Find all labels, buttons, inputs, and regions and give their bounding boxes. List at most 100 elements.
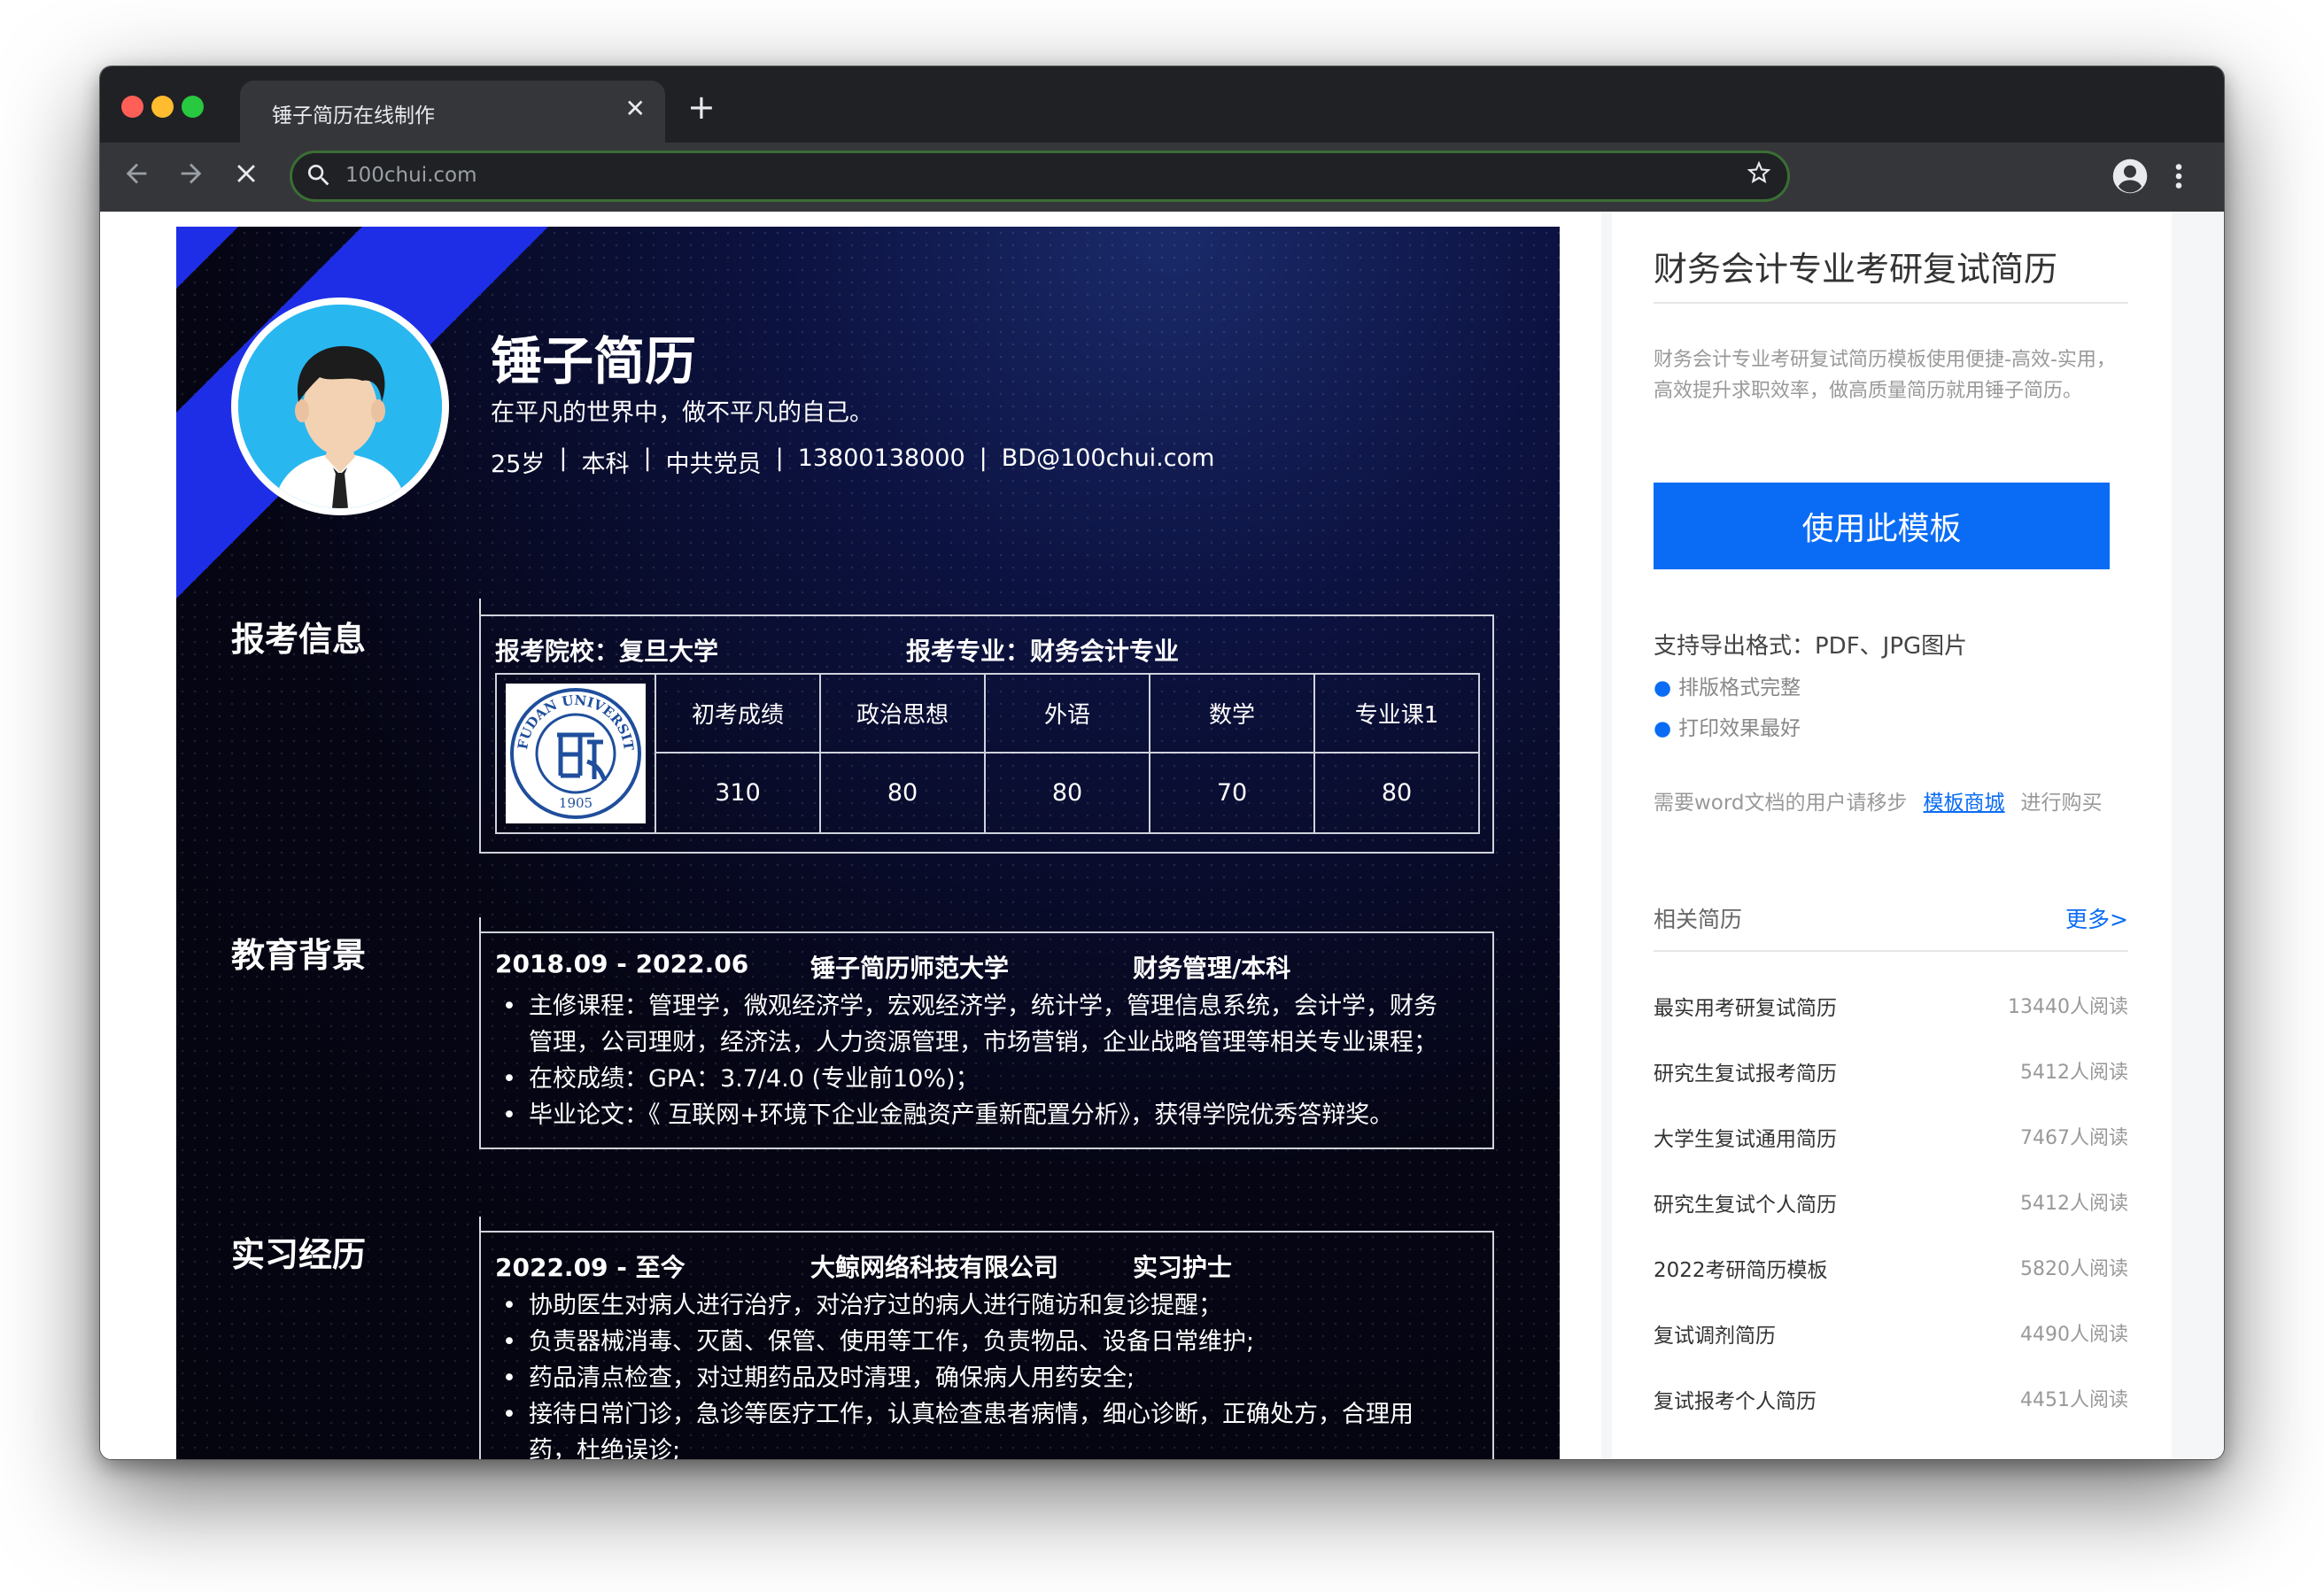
svg-text:1905: 1905 <box>559 795 593 811</box>
feature-label: 排版格式完整 <box>1678 676 1801 699</box>
template-title: 财务会计专业考研复试简历 <box>1654 250 2058 289</box>
export-formats: 支持导出格式：PDF、JPG图片 <box>1654 633 1968 660</box>
related-item-count: 5412人阅读 <box>2020 1062 2128 1084</box>
search-icon <box>305 161 333 193</box>
browser-toolbar: 100chui.com <box>100 143 2224 212</box>
close-window-dot[interactable] <box>121 96 143 118</box>
related-item-count: 7467人阅读 <box>2020 1127 2128 1149</box>
exam-info-box: 报考院校：复旦大学 报考专业：财务会计专业 FUDAN UNIVERSITY 1… <box>479 614 1494 854</box>
list-item: 在校成绩：GPA：3.7/4.0 (专业前10%)； <box>495 1061 1457 1097</box>
score-header: 专业课1 <box>1315 675 1478 753</box>
template-description: 财务会计专业考研复试简历模板使用便捷-高效-实用，高效提升求职效率，做高质量简历… <box>1654 349 2116 402</box>
minimize-window-dot[interactable] <box>151 96 174 118</box>
section-title-education: 教育背景 <box>231 936 367 975</box>
related-item-count: 4451人阅读 <box>2020 1389 2128 1411</box>
resume-name: 锤子简历 <box>491 331 697 391</box>
browser-window: 锤子简历在线制作 ✕ + 100chui.com 锤子简历 在平凡的世界中，做不… <box>99 66 2225 1460</box>
related-item-name[interactable]: 复试报考个人简历 <box>1654 1384 1817 1414</box>
section-title-internship: 实习经历 <box>231 1235 367 1274</box>
score-value: 70 <box>1216 779 1248 807</box>
related-item[interactable]: 复试报考个人简历 4451人阅读 <box>1654 1384 2128 1414</box>
bullet-dot-icon: ● <box>1654 676 1672 699</box>
related-title: 相关简历 <box>1654 907 1743 932</box>
resume-motto: 在平凡的世界中，做不平凡的自己。 <box>491 399 873 427</box>
internship-details: 协助医生对病人进行治疗，对治疗过的病人进行随访和复诊提醒； 负责器械消毒、灭菌、… <box>495 1287 1457 1459</box>
template-store-link[interactable]: 模板商城 <box>1924 792 2005 815</box>
url-text: 100chui.com <box>345 164 477 187</box>
resume-preview-pane: 锤子简历 在平凡的世界中，做不平凡的自己。 25岁 | 本科 | 中共党员 | … <box>100 212 1601 1459</box>
related-item-name[interactable]: 2022考研简历模板 <box>1654 1253 1828 1283</box>
related-item[interactable]: 大学生复试通用简历 7467人阅读 <box>1654 1122 2128 1152</box>
section-title-exam: 报考信息 <box>231 620 367 659</box>
word-note-prefix: 需要word文档的用户请移步 <box>1654 792 1908 815</box>
internship-company: 大鲸网络科技有限公司 <box>810 1253 1059 1282</box>
score-value: 80 <box>887 779 918 807</box>
section-divider <box>479 599 481 616</box>
education-school: 锤子简历师范大学 <box>810 954 1010 983</box>
related-item[interactable]: 复试调剂简历 4490人阅读 <box>1654 1318 2128 1349</box>
related-item[interactable]: 2022考研简历模板 5820人阅读 <box>1654 1253 2128 1283</box>
info-age: 25岁 <box>491 451 546 478</box>
divider <box>1654 302 2128 304</box>
bullet-dot-icon: ● <box>1654 717 1672 740</box>
score-table: FUDAN UNIVERSITY 1905 初考成绩 310 政治思想 80 <box>495 673 1480 834</box>
tab-close-icon[interactable]: ✕ <box>625 95 646 123</box>
internship-box: 2022.09 - 至今 大鲸网络科技有限公司 实习护士 协助医生对病人进行治疗… <box>479 1231 1494 1459</box>
list-item: 协助医生对病人进行治疗，对治疗过的病人进行随访和复诊提醒； <box>495 1287 1457 1324</box>
use-template-button[interactable]: 使用此模板 <box>1654 483 2110 569</box>
bookmark-star-icon[interactable] <box>1745 158 1773 194</box>
divider <box>1654 950 2128 952</box>
score-header: 数学 <box>1150 675 1313 753</box>
score-column: 专业课1 80 <box>1315 675 1478 832</box>
score-header: 初考成绩 <box>656 675 819 753</box>
forward-arrow-icon[interactable] <box>176 158 206 197</box>
profile-icon[interactable] <box>2111 158 2149 198</box>
related-item-name[interactable]: 研究生复试报考简历 <box>1654 1056 1837 1086</box>
back-arrow-icon[interactable] <box>121 158 151 197</box>
education-details: 主修课程：管理学，微观经济学，宏观经济学，统计学，管理信息系统，会计学，财务管理… <box>495 988 1457 1133</box>
score-value: 80 <box>1051 779 1083 807</box>
score-column: 外语 80 <box>986 675 1150 832</box>
stop-loading-icon[interactable] <box>231 158 261 197</box>
info-email: BD@100chui.com <box>1001 444 1215 472</box>
score-header: 外语 <box>986 675 1149 753</box>
new-tab-button[interactable]: + <box>687 89 716 125</box>
address-bar[interactable]: 100chui.com <box>290 151 1790 202</box>
info-phone: 13800138000 <box>797 444 965 472</box>
info-degree: 本科 <box>581 451 630 478</box>
score-header: 政治思想 <box>821 675 984 753</box>
browser-menu-icon[interactable] <box>2173 160 2185 196</box>
university-logo-cell: FUDAN UNIVERSITY 1905 <box>497 675 656 832</box>
related-item[interactable]: 研究生复试个人简历 5412人阅读 <box>1654 1187 2128 1217</box>
page-content: 锤子简历 在平凡的世界中，做不平凡的自己。 25岁 | 本科 | 中共党员 | … <box>100 212 2224 1459</box>
more-link[interactable]: 更多> <box>2065 902 2128 934</box>
education-box: 2018.09 - 2022.06 锤子简历师范大学 财务管理/本科 主修课程：… <box>479 931 1494 1149</box>
avatar <box>231 298 449 515</box>
related-item-name[interactable]: 研究生复试个人简历 <box>1654 1187 1837 1217</box>
score-value: 80 <box>1381 779 1413 807</box>
word-doc-note: 需要word文档的用户请移步 模板商城 进行购买 <box>1654 785 2103 815</box>
related-item-name[interactable]: 复试调剂简历 <box>1654 1318 1776 1349</box>
feature-item: ● 排版格式完整 <box>1654 670 1801 700</box>
related-item[interactable]: 研究生复试报考简历 5412人阅读 <box>1654 1056 2128 1086</box>
related-item-name[interactable]: 大学生复试通用简历 <box>1654 1122 1837 1152</box>
education-major: 财务管理/本科 <box>1133 954 1291 983</box>
fudan-university-logo: FUDAN UNIVERSITY 1905 <box>506 684 646 823</box>
score-value: 310 <box>715 779 761 807</box>
related-item-count: 4490人阅读 <box>2020 1324 2128 1346</box>
score-column: 初考成绩 310 <box>656 675 821 832</box>
info-party: 中共党员 <box>665 451 762 478</box>
browser-tab[interactable]: 锤子简历在线制作 ✕ <box>240 81 665 143</box>
list-item: 负责器械消毒、灭菌、保管、使用等工作，负责物品、设备日常维护; <box>495 1324 1457 1360</box>
info-separator: | <box>643 444 652 472</box>
template-sidebar: 财务会计专业考研复试简历 财务会计专业考研复试简历模板使用便捷-高效-实用，高效… <box>1612 212 2172 1459</box>
related-item-count: 5412人阅读 <box>2020 1193 2128 1215</box>
info-separator: | <box>775 444 784 472</box>
score-column: 政治思想 80 <box>821 675 986 832</box>
score-column: 数学 70 <box>1150 675 1315 832</box>
info-separator: | <box>979 444 988 472</box>
related-item[interactable]: 最实用考研复试简历 13440人阅读 <box>1654 991 2128 1021</box>
maximize-window-dot[interactable] <box>182 96 204 118</box>
list-item: 主修课程：管理学，微观经济学，宏观经济学，统计学，管理信息系统，会计学，财务管理… <box>495 988 1457 1061</box>
related-item-name[interactable]: 最实用考研复试简历 <box>1654 991 1837 1021</box>
